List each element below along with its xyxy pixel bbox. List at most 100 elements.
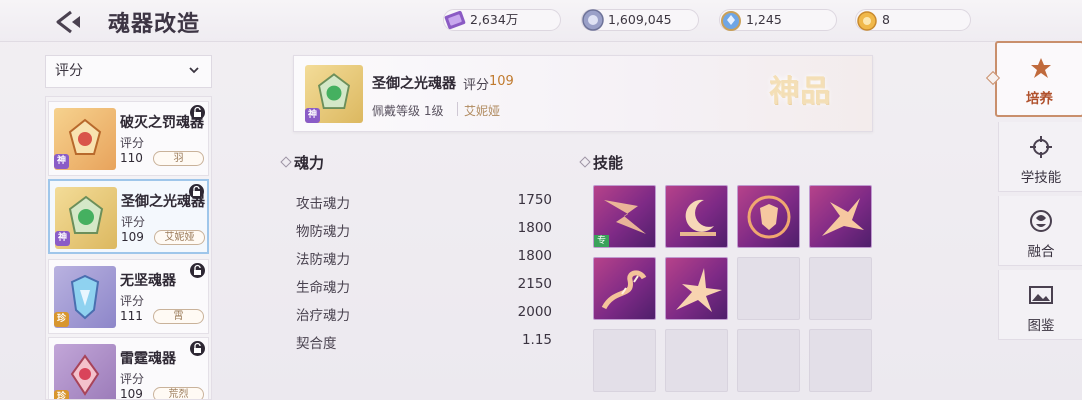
rank-label: 神品 xyxy=(769,74,831,109)
empty-skill-slot xyxy=(809,257,872,320)
currency-value: 1,609,045 xyxy=(608,12,672,27)
empty-skill-slot xyxy=(665,329,728,392)
item-score: 110 xyxy=(120,151,143,165)
item-hero-tag: 艾妮娅 xyxy=(154,230,205,245)
gallery-icon xyxy=(1029,286,1053,304)
tier-badge: 珍 xyxy=(54,312,69,327)
stat-row: 契合度 1.15 xyxy=(296,332,552,360)
cultivate-icon xyxy=(1031,58,1051,78)
item-hero-tag: 荒烈 xyxy=(153,387,204,399)
soul-coin-icon xyxy=(582,9,604,31)
explosion-skill-icon[interactable] xyxy=(665,257,728,320)
lock-icon[interactable] xyxy=(189,184,204,199)
item-hero-tag: 霄 xyxy=(153,309,204,324)
lock-icon[interactable] xyxy=(190,263,205,278)
thorn-vine-skill-icon[interactable] xyxy=(593,257,656,320)
skills-title: 技能 xyxy=(593,154,624,172)
currency-value: 1,245 xyxy=(746,12,782,27)
item-score: 109 xyxy=(121,230,144,244)
stat-label: 契合度 xyxy=(296,336,337,352)
tier-badge: 神 xyxy=(305,108,320,123)
stat-label: 生命魂力 xyxy=(296,280,350,296)
tier-badge: 珍 xyxy=(54,390,69,399)
equip-level: 佩戴等级 1级 xyxy=(372,104,444,118)
stat-row: 物防魂力 1800 xyxy=(296,220,552,248)
currency-value: 2,634万 xyxy=(470,12,519,27)
hero-name: 艾妮娅 xyxy=(464,104,501,118)
blue-gem-icon xyxy=(721,11,741,31)
stat-row: 法防魂力 1800 xyxy=(296,248,552,276)
exclusive-badge: 专 xyxy=(594,235,610,247)
tab-label: 图鉴 xyxy=(1027,318,1055,334)
list-item[interactable]: 珍 无坚魂器 评分 111 霄 xyxy=(48,259,209,334)
item-name: 雷霆魂器 xyxy=(120,351,176,367)
purple-ticket-icon xyxy=(444,10,466,30)
chevron-down-icon xyxy=(189,67,199,74)
lightning-arrow-skill-icon[interactable]: 专 xyxy=(593,185,656,248)
top-bar: 魂器改造 2,634万 1,609,045 1,245 8 xyxy=(0,0,1082,42)
item-name: 无坚魂器 xyxy=(120,273,176,289)
side-tab-bar: 学技能 融合 图鉴 培养 xyxy=(960,40,1082,400)
stat-value: 1800 xyxy=(517,248,552,264)
soul-item-list[interactable]: 神 破灭之罚魂器 评分 110 羽 神 圣御之光魂器 评分 109 艾妮娅 珍 … xyxy=(45,96,212,400)
fusion-icon xyxy=(1030,210,1052,232)
divider xyxy=(457,102,458,116)
section-diamond-icon xyxy=(579,156,591,168)
item-score: 109 xyxy=(489,74,514,89)
empty-skill-slot xyxy=(809,329,872,392)
gold-token-icon xyxy=(857,11,877,31)
page-title: 魂器改造 xyxy=(108,11,201,37)
tab-cultivate[interactable]: 培养 xyxy=(995,41,1082,117)
stat-row: 治疗魂力 2000 xyxy=(296,304,552,332)
item-score-label: 评分 xyxy=(120,372,145,386)
lock-icon[interactable] xyxy=(190,341,205,356)
tab-fusion[interactable]: 融合 xyxy=(998,196,1082,266)
stat-value: 1.15 xyxy=(521,332,552,348)
currency-value: 8 xyxy=(882,12,890,27)
item-score: 109 xyxy=(120,387,143,400)
item-score-label: 评分 xyxy=(120,136,145,150)
empty-skill-slot xyxy=(593,329,656,392)
currency-soul-coin: 1,609,045 xyxy=(581,9,699,31)
list-item[interactable]: 神 破灭之罚魂器 评分 110 羽 xyxy=(48,101,209,176)
tab-label: 培养 xyxy=(1026,91,1053,107)
item-score-label: 评分 xyxy=(120,294,145,308)
sort-dropdown[interactable]: 评分 xyxy=(45,55,212,88)
crescent-moon-skill-icon[interactable] xyxy=(665,185,728,248)
empty-skill-slot xyxy=(737,257,800,320)
list-item[interactable]: 珍 雷霆魂器 评分 109 荒烈 xyxy=(48,337,209,400)
sort-dropdown-label: 评分 xyxy=(55,63,83,79)
stat-label: 治疗魂力 xyxy=(296,308,350,324)
stat-row: 攻击魂力 1750 xyxy=(296,192,552,220)
selected-item-card: 神 圣御之光魂器 评分 109 佩戴等级 1级 艾妮娅 神品 xyxy=(293,55,873,132)
section-diamond-icon xyxy=(280,156,292,168)
list-item-selected[interactable]: 神 圣御之光魂器 评分 109 艾妮娅 xyxy=(48,179,209,254)
stat-row: 生命魂力 2150 xyxy=(296,276,552,304)
currency-gold-token: 8 xyxy=(855,9,971,31)
currency-purple-ticket: 2,634万 xyxy=(443,9,561,31)
soul-power-title: 魂力 xyxy=(294,154,325,172)
lock-icon[interactable] xyxy=(190,105,205,120)
tab-label: 融合 xyxy=(1027,244,1055,260)
item-score-label: 评分 xyxy=(121,215,146,229)
stat-value: 1800 xyxy=(517,220,552,236)
stat-value: 2150 xyxy=(517,276,552,292)
stat-label: 攻击魂力 xyxy=(296,196,350,212)
back-arrow-icon[interactable] xyxy=(54,9,88,35)
tier-badge: 神 xyxy=(54,154,69,169)
stat-value: 2000 xyxy=(517,304,552,320)
learn-skill-icon xyxy=(1030,136,1052,158)
item-name: 圣御之光魂器 xyxy=(372,76,456,92)
burst-skill-icon[interactable] xyxy=(809,185,872,248)
tab-label: 学技能 xyxy=(1020,170,1062,186)
stat-label: 法防魂力 xyxy=(296,252,350,268)
stat-value: 1750 xyxy=(517,192,552,208)
item-hero-tag: 羽 xyxy=(153,151,204,166)
tab-learn-skill[interactable]: 学技能 xyxy=(998,122,1082,192)
shield-skill-icon[interactable] xyxy=(737,185,800,248)
stat-label: 物防魂力 xyxy=(296,224,350,240)
tab-gallery[interactable]: 图鉴 xyxy=(998,270,1082,340)
item-score: 111 xyxy=(120,309,143,323)
tier-badge: 神 xyxy=(55,231,70,246)
currency-blue-gem: 1,245 xyxy=(719,9,837,31)
